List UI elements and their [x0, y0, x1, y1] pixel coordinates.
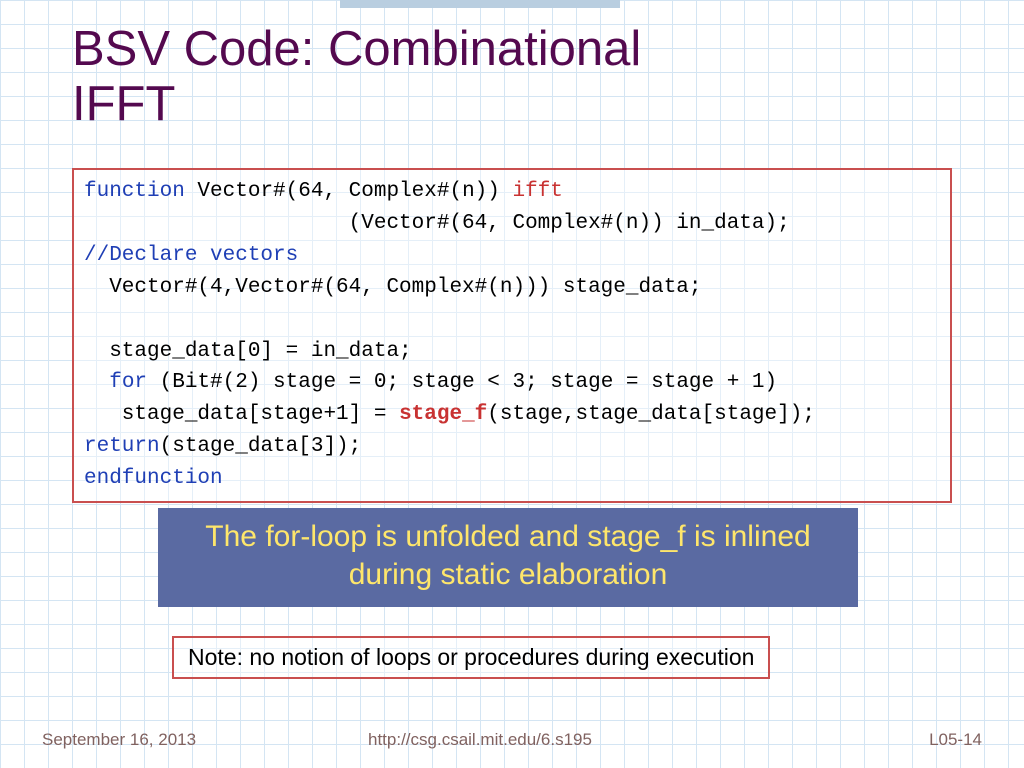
kw-function: function — [84, 180, 185, 203]
code-for-indent — [84, 371, 109, 394]
code-sig2: (Vector#(64, Complex#(n)) in_data); — [84, 212, 790, 235]
code-assign0: stage_data[0] = in_data; — [84, 340, 412, 363]
code-for-args: (Bit#(2) stage = 0; stage < 3; stage = s… — [147, 371, 777, 394]
code-comment: //Declare vectors — [84, 244, 298, 267]
footer-page: L05-14 — [929, 730, 982, 750]
code-ret-args: (stage_data[3]); — [160, 435, 362, 458]
footer-url: http://csg.csail.mit.edu/6.s195 — [368, 730, 592, 750]
note-text: Note: no notion of loops or procedures d… — [188, 644, 754, 670]
footer-date: September 16, 2013 — [42, 730, 196, 750]
code-block: function Vector#(64, Complex#(n)) ifft (… — [72, 168, 952, 503]
callout-text: The for-loop is unfolded and stage_f is … — [205, 520, 810, 591]
kw-return: return — [84, 435, 160, 458]
slide-title: BSV Code: Combinational IFFT — [72, 22, 641, 132]
code-body-pre: stage_data[stage+1] = — [84, 403, 399, 426]
kw-for: for — [109, 371, 147, 394]
title-line-1: BSV Code: Combinational — [72, 22, 641, 76]
kw-ifft: ifft — [512, 180, 562, 203]
note-box: Note: no notion of loops or procedures d… — [172, 636, 770, 679]
kw-endfunction: endfunction — [84, 467, 223, 490]
callout-box: The for-loop is unfolded and stage_f is … — [158, 508, 858, 607]
title-line-2: IFFT — [72, 77, 175, 131]
code-body-post: (stage,stage_data[stage]); — [487, 403, 815, 426]
kw-stagef: stage_f — [399, 403, 487, 426]
code-sig1: Vector#(64, Complex#(n)) — [185, 180, 513, 203]
top-decor-band — [340, 0, 620, 8]
code-decl: Vector#(4,Vector#(64, Complex#(n))) stag… — [84, 276, 702, 299]
